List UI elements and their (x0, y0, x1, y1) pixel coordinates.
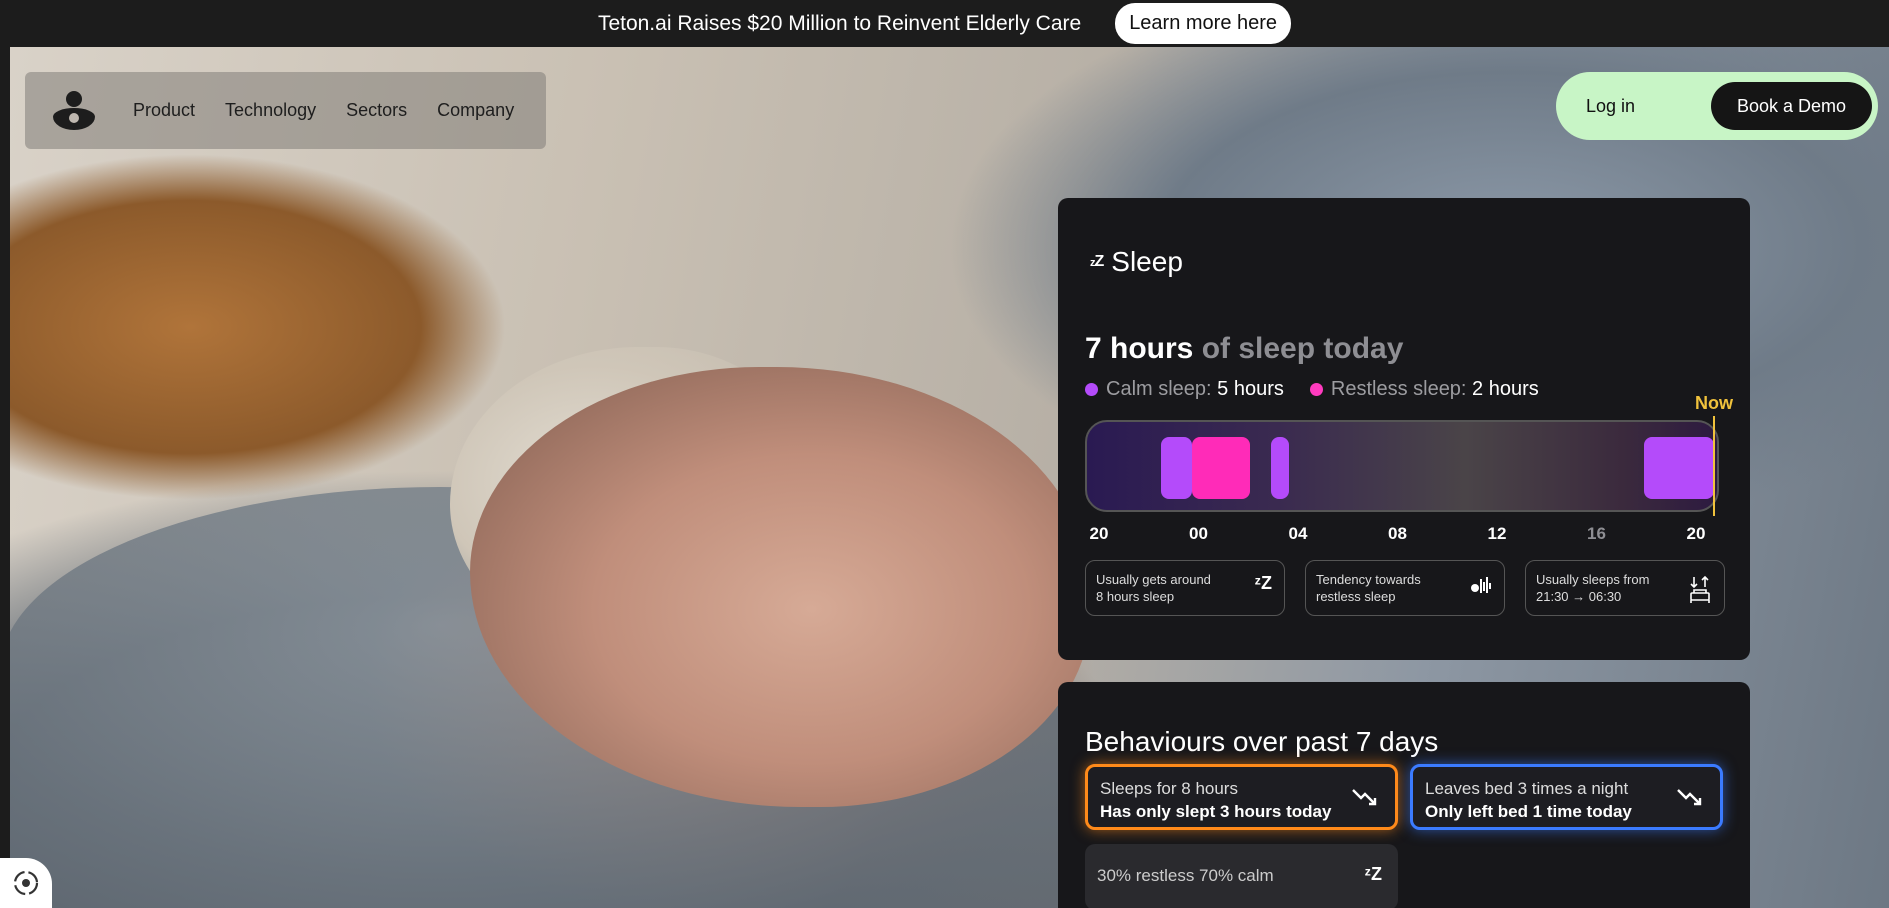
timeline-tick: 20 (1089, 524, 1109, 543)
info-usual-hours: Usually gets around 8 hours sleep ᶻZ (1085, 560, 1285, 616)
zz-icon: ᶻZ (1254, 573, 1273, 593)
announcement-bar: Teton.ai Raises $20 Million to Reinvent … (0, 0, 1889, 47)
bed-arrows-icon (1688, 575, 1712, 608)
calm-label: Calm sleep: 5 hours (1106, 378, 1284, 400)
sleep-segment-calm (1643, 437, 1715, 499)
sleep-hours-summary: 7 hours of sleep today (1085, 332, 1403, 366)
announcement-text: Teton.ai Raises $20 Million to Reinvent … (597, 11, 1082, 35)
sleep-segment-calm (1160, 437, 1192, 499)
timeline-tick: 12 (1487, 524, 1507, 543)
behaviour-leaves-bed: Leaves bed 3 times a night Only left bed… (1410, 764, 1723, 830)
nav-product[interactable]: Product (133, 100, 195, 121)
behaviour-restless-calm-ratio: 30% restless 70% calm ᶻZ (1085, 844, 1398, 908)
learn-more-button[interactable]: Learn more here (1115, 3, 1292, 44)
sleep-segment-calm (1270, 437, 1290, 499)
trend-down-icon (1352, 789, 1377, 806)
sleep-timeline (1085, 420, 1719, 512)
sleep-legend: Calm sleep: 5 hours Restless sleep: 2 ho… (1085, 378, 1539, 401)
zz-icon: ᶻZ (1364, 864, 1383, 884)
timeline-tick: 00 (1189, 524, 1208, 543)
book-demo-button[interactable]: Book a Demo (1710, 82, 1872, 130)
info-usual-schedule: Usually sleeps from 21:30 → 06:30 (1525, 560, 1725, 616)
timeline-tick: 08 (1388, 524, 1407, 543)
cookie-settings-icon (13, 870, 39, 896)
timeline-tick: 16 (1587, 524, 1606, 543)
trend-down-icon (1677, 789, 1702, 806)
timeline-tick: 04 (1288, 524, 1308, 543)
sleep-hours-suffix: of sleep today (1193, 332, 1404, 365)
sleep-info-row: Usually gets around 8 hours sleep ᶻZ Tend… (1085, 560, 1725, 616)
behaviours-row: Sleeps for 8 hours Has only slept 3 hour… (1085, 764, 1723, 830)
sleep-hours-value: 7 hours (1085, 332, 1194, 365)
sleep-title: Sleep (1111, 246, 1183, 277)
restless-wave-icon (1470, 575, 1492, 598)
timeline-ticks: 20 00 04 08 12 16 20 (1085, 524, 1719, 548)
nav-technology[interactable]: Technology (225, 100, 316, 121)
accessibility-widget-button[interactable] (0, 858, 52, 908)
nav-company[interactable]: Company (437, 100, 514, 121)
sleep-card-header: zZ Sleep (1090, 246, 1183, 278)
main-nav: Product Technology Sectors Company (25, 72, 546, 149)
behaviours-card: Behaviours over past 7 days Sleeps for 8… (1058, 682, 1750, 908)
zz-icon: zZ (1090, 253, 1104, 270)
behaviour-sleep-hours: Sleeps for 8 hours Has only slept 3 hour… (1085, 764, 1398, 830)
auth-pill: Log in Book a Demo (1556, 72, 1878, 140)
calm-dot-icon (1085, 383, 1098, 396)
timeline-tick: 20 (1686, 524, 1706, 543)
nav-sectors[interactable]: Sectors (346, 100, 407, 121)
login-button[interactable]: Log in (1586, 96, 1635, 117)
now-marker (1713, 416, 1715, 516)
behaviours-title: Behaviours over past 7 days (1085, 726, 1439, 757)
now-label: Now (1695, 393, 1733, 413)
sleep-card: zZ Sleep 7 hours of sleep today Calm sle… (1058, 198, 1750, 660)
restless-dot-icon (1309, 383, 1323, 396)
teton-logo[interactable] (53, 90, 95, 131)
sleep-segment-restless (1192, 437, 1250, 499)
info-restless-tendency: Tendency towards restless sleep (1305, 560, 1505, 616)
restless-label: Restless sleep: 2 hours (1330, 378, 1539, 400)
